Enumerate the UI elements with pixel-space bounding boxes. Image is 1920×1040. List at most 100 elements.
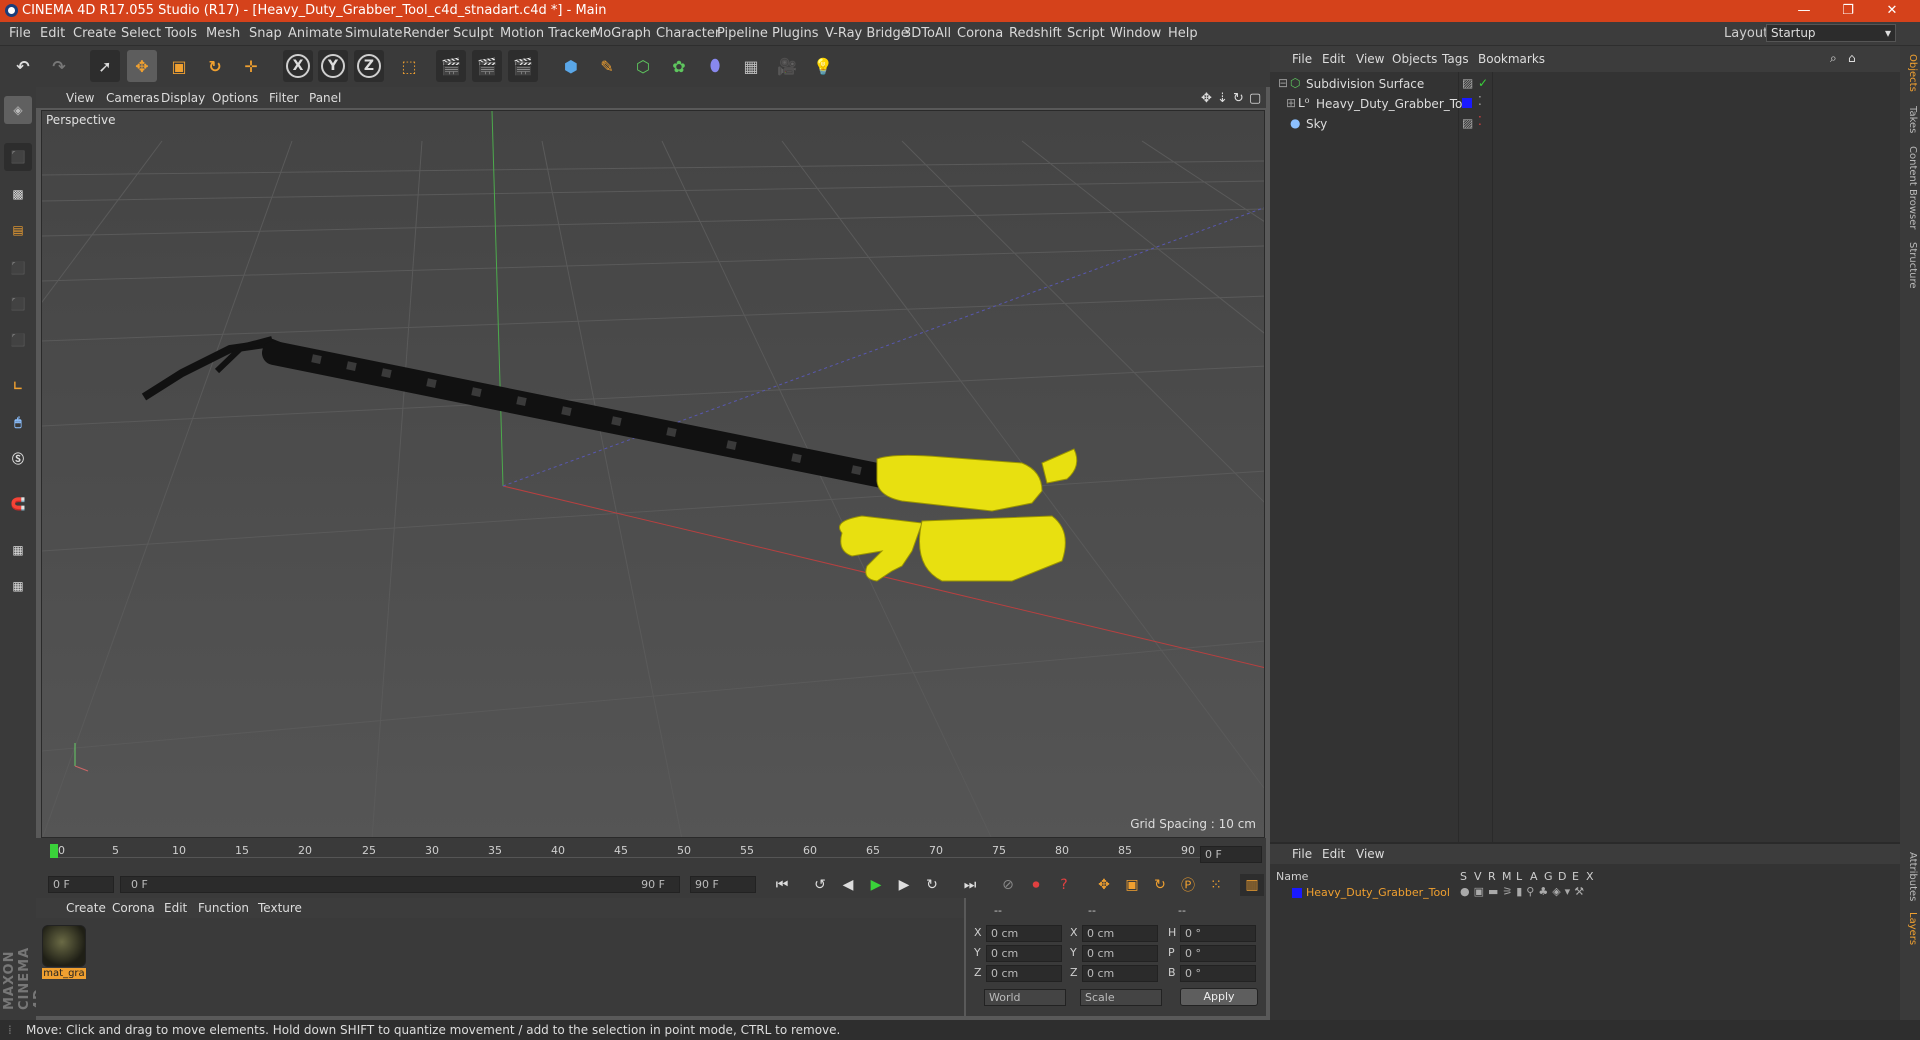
mat-menu-corona[interactable]: Corona	[112, 901, 155, 915]
position-x-field[interactable]: 0 cm	[986, 925, 1062, 942]
tab-attributes[interactable]: Attributes	[1902, 852, 1918, 901]
object-row-grabber-tool[interactable]: ⊞ L⁰ Heavy_Duty_Grabber_Tool ⁚	[1270, 94, 1900, 114]
preview-range-slider[interactable]: 0 F 90 F	[120, 876, 680, 893]
vp-move-icon[interactable]: ✥	[1201, 91, 1212, 106]
menu-3dtoall[interactable]: 3DToAll	[903, 26, 951, 41]
workplane-align-button[interactable]: ▦	[4, 572, 32, 600]
magnet-button[interactable]: 🧲	[4, 490, 32, 518]
menu-window[interactable]: Window	[1110, 26, 1161, 41]
menu-redshift[interactable]: Redshift	[1009, 26, 1062, 41]
layer-color-swatch[interactable]	[1462, 98, 1472, 108]
light-button[interactable]: 💡	[808, 50, 838, 82]
render-picture-viewer-button[interactable]: 🎬	[472, 50, 502, 82]
cube-primitive-button[interactable]: ⬢	[556, 50, 586, 82]
menu-select[interactable]: Select	[121, 26, 161, 41]
menu-tools[interactable]: Tools	[165, 26, 197, 41]
transform-tool-button[interactable]: ✛	[236, 50, 266, 82]
menu-snap[interactable]: Snap	[249, 26, 282, 41]
play-button[interactable]: ▶	[864, 874, 888, 896]
points-mode-button[interactable]: ⬛	[4, 254, 32, 282]
perspective-viewport[interactable]: Perspective Grid Spacing : 10 cm	[41, 110, 1265, 838]
object-row-subdivision[interactable]: ⊟ ⬡ Subdivision Surface ▨ ✓	[1270, 74, 1900, 94]
menu-corona[interactable]: Corona	[957, 26, 1003, 41]
move-tool-button[interactable]: ✥	[127, 50, 157, 82]
layer-menu-edit[interactable]: Edit	[1322, 847, 1345, 861]
mograph-cloner-button[interactable]: ✿	[664, 50, 694, 82]
x-axis-lock-button[interactable]: X	[283, 50, 313, 82]
position-z-field[interactable]: 0 cm	[986, 965, 1062, 982]
coordinate-system-button[interactable]: ⬚	[394, 50, 424, 82]
layer-flags-icons[interactable]: ●▣▬⚞▮⚲♣◈▾⚒	[1460, 885, 1588, 898]
live-selection-button[interactable]: ➚	[90, 50, 120, 82]
menu-motion-tracker[interactable]: Motion Tracker	[500, 26, 595, 41]
key-position-button[interactable]: ✥	[1092, 874, 1116, 896]
scale-tool-button[interactable]: ▣	[164, 50, 194, 82]
vp-rotate-icon[interactable]: ↻	[1233, 91, 1244, 106]
layer-row[interactable]: Heavy_Duty_Grabber_Tool ●▣▬⚞▮⚲♣◈▾⚒	[1270, 884, 1900, 902]
axis-mode-button[interactable]: ∟	[4, 372, 32, 400]
restore-button[interactable]: ❐	[1826, 0, 1870, 22]
render-settings-button[interactable]: 🎬	[508, 50, 538, 82]
mat-menu-edit[interactable]: Edit	[164, 901, 187, 915]
tab-layers[interactable]: Layers	[1902, 912, 1918, 945]
obj-menu-tags[interactable]: Tags	[1442, 52, 1469, 66]
menu-help[interactable]: Help	[1168, 26, 1198, 41]
mat-menu-function[interactable]: Function	[198, 901, 249, 915]
layer-menu-view[interactable]: View	[1356, 847, 1384, 861]
keyframe-selection-button[interactable]: ?	[1052, 874, 1076, 896]
menu-create[interactable]: Create	[73, 26, 116, 41]
menu-character[interactable]: Character	[656, 26, 720, 41]
visibility-dots-icon[interactable]: ⁚	[1478, 114, 1482, 128]
vp-menu-filter[interactable]: Filter	[269, 91, 299, 105]
key-rotation-button[interactable]: ↻	[1148, 874, 1172, 896]
playhead-marker[interactable]	[50, 844, 58, 858]
size-mode-dropdown[interactable]: Scale	[1080, 989, 1162, 1006]
key-parameter-button[interactable]: Ⓟ	[1176, 874, 1200, 896]
make-editable-button[interactable]: ◈	[4, 96, 32, 124]
next-key-button[interactable]: ↻	[920, 874, 944, 896]
menu-edit[interactable]: Edit	[40, 26, 65, 41]
camera-button[interactable]: 🎥	[772, 50, 802, 82]
viewport-camera-label[interactable]: Perspective	[46, 113, 116, 127]
menu-render[interactable]: Render	[403, 26, 449, 41]
texture-mode-button[interactable]: ▩	[4, 180, 32, 208]
workplane-mode-button[interactable]: ▤	[4, 216, 32, 244]
rotate-tool-button[interactable]: ↻	[200, 50, 230, 82]
obj-menu-file[interactable]: File	[1292, 52, 1312, 66]
mat-menu-texture[interactable]: Texture	[258, 901, 302, 915]
vp-menu-display[interactable]: Display	[161, 91, 205, 105]
obj-home-icon[interactable]: ⌂	[1848, 51, 1856, 65]
tab-content-browser[interactable]: Content Browser	[1902, 146, 1918, 229]
tab-structure[interactable]: Structure	[1902, 242, 1918, 289]
y-axis-lock-button[interactable]: Y	[318, 50, 348, 82]
menu-mograph[interactable]: MoGraph	[592, 26, 651, 41]
menu-pipeline[interactable]: Pipeline	[717, 26, 768, 41]
vp-maximize-icon[interactable]: ▢	[1249, 91, 1261, 106]
tab-objects[interactable]: Objects	[1902, 54, 1918, 92]
rotation-h-field[interactable]: 0 °	[1180, 925, 1256, 942]
z-axis-lock-button[interactable]: Z	[354, 50, 384, 82]
obj-search-icon[interactable]: ⌕	[1830, 51, 1837, 66]
menu-script[interactable]: Script	[1067, 26, 1105, 41]
menu-file[interactable]: File	[9, 26, 31, 41]
obj-menu-view[interactable]: View	[1356, 52, 1384, 66]
subdivision-generator-button[interactable]: ⬡	[628, 50, 658, 82]
visibility-dots-icon[interactable]: ⁚	[1478, 94, 1482, 108]
minimize-button[interactable]: —	[1782, 0, 1826, 22]
goto-end-button[interactable]: ⏭	[958, 874, 982, 896]
autokey-button[interactable]: ⏺	[1024, 874, 1048, 896]
position-y-field[interactable]: 0 cm	[986, 945, 1062, 962]
render-view-button[interactable]: 🎬	[436, 50, 466, 82]
pen-spline-button[interactable]: ✎	[592, 50, 622, 82]
vp-menu-view[interactable]: View	[66, 91, 94, 105]
goto-start-button[interactable]: ⏮	[770, 874, 794, 896]
vp-menu-options[interactable]: Options	[212, 91, 258, 105]
expand-icon[interactable]: ⊞	[1286, 96, 1296, 110]
model-mode-button[interactable]: ⬛	[4, 143, 32, 171]
vp-menu-panel[interactable]: Panel	[309, 91, 341, 105]
vp-dolly-icon[interactable]: ⇣	[1217, 91, 1228, 106]
size-z-field[interactable]: 0 cm	[1082, 965, 1158, 982]
tweak-mode-button[interactable]: 🖱	[4, 408, 32, 436]
key-scale-button[interactable]: ▣	[1120, 874, 1144, 896]
obj-menu-objects[interactable]: Objects	[1392, 52, 1437, 66]
